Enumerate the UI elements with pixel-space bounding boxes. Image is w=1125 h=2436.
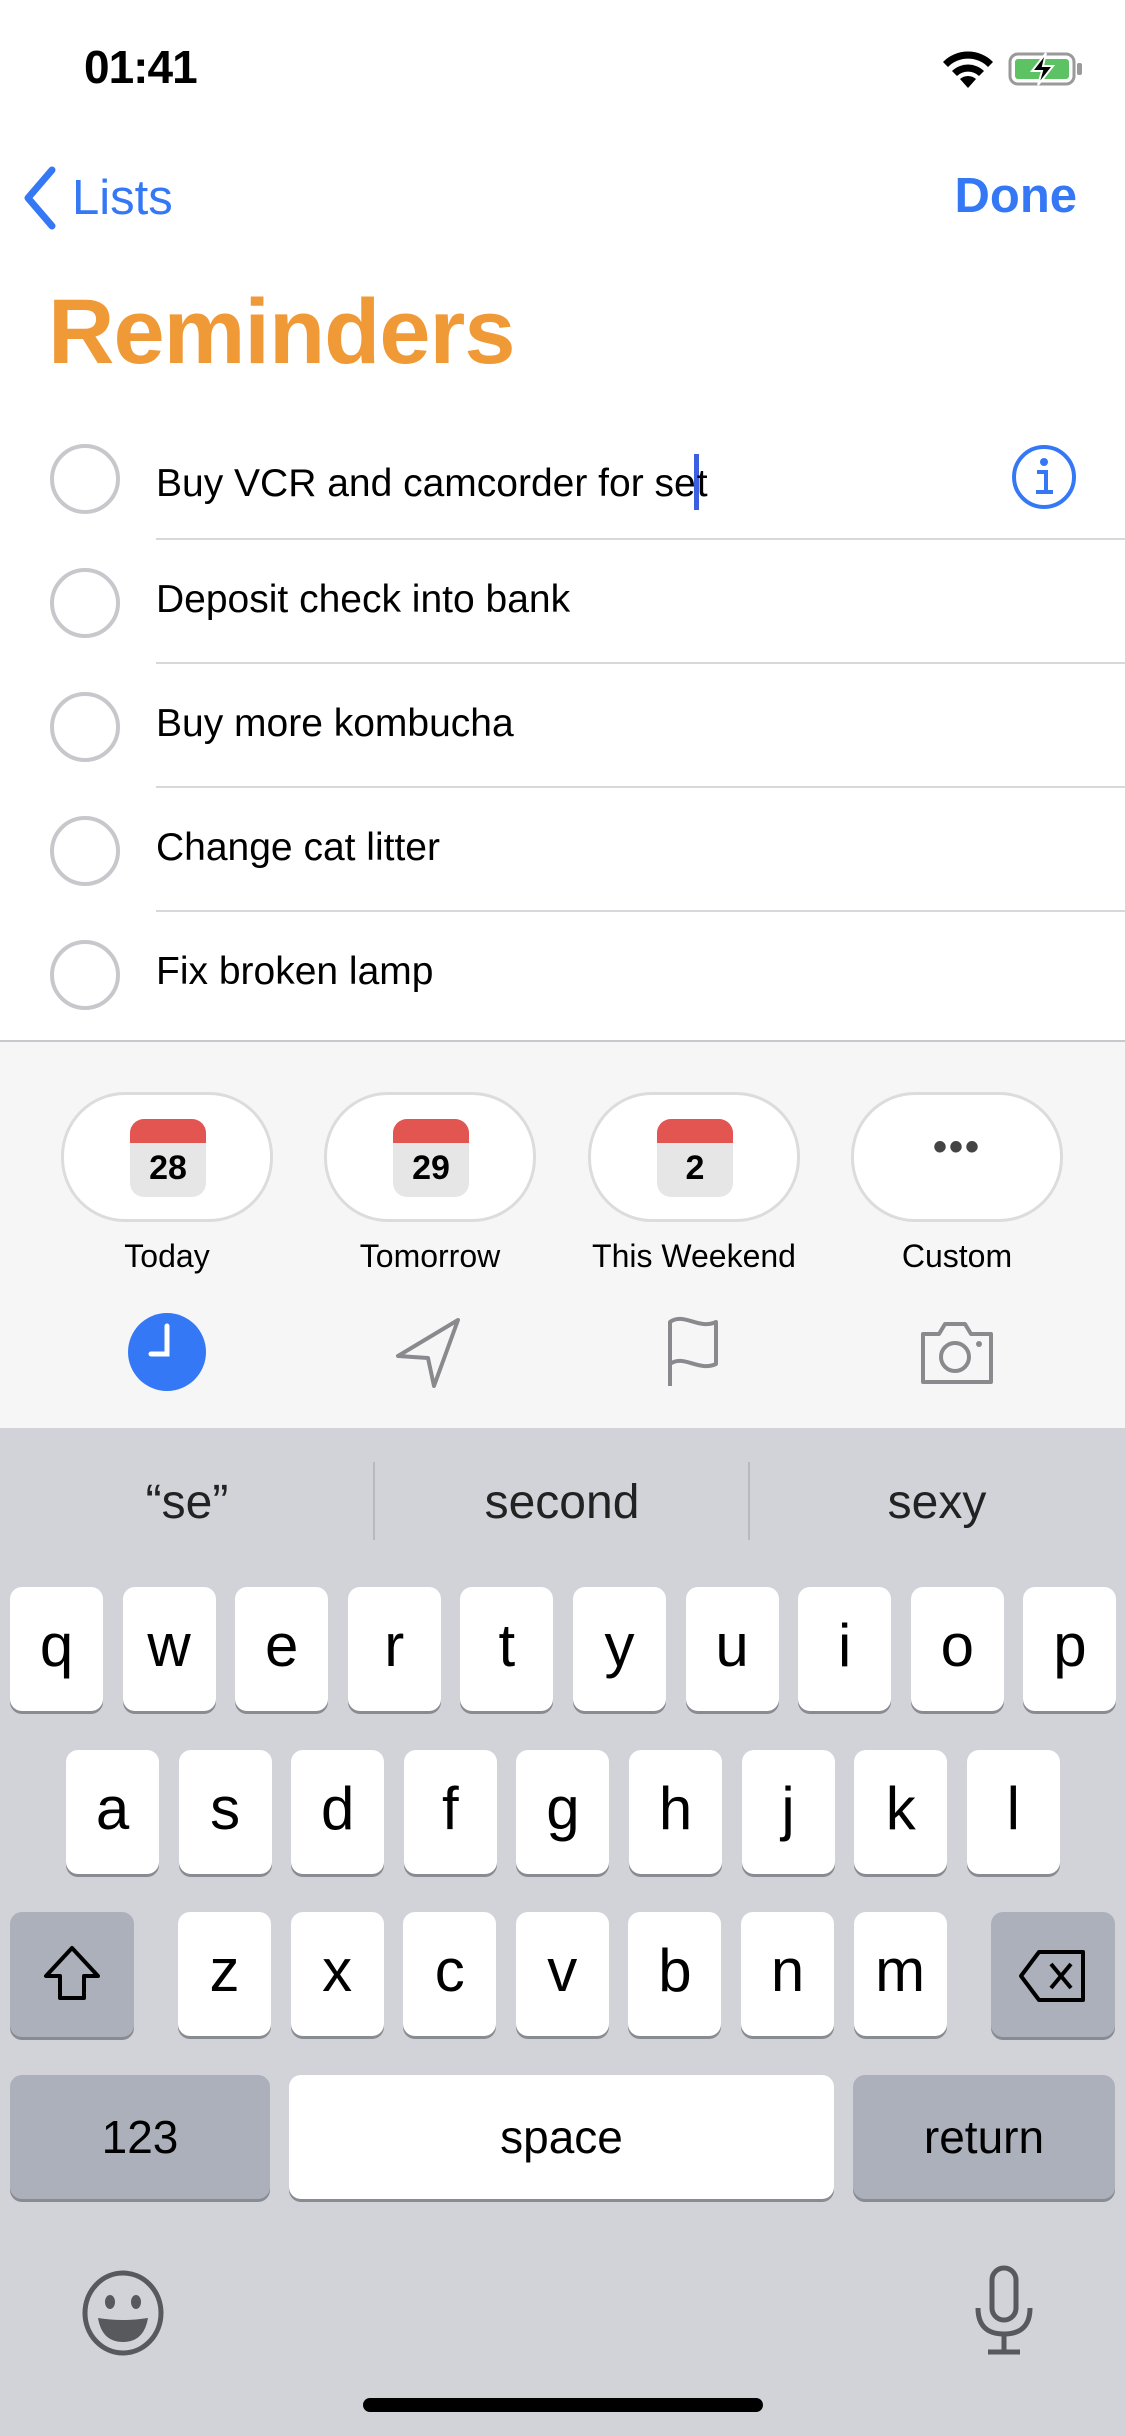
reminder-text-before-caret: Buy VCR and camcorder for se — [156, 462, 696, 505]
more-icon: ••• — [932, 1125, 981, 1169]
done-button[interactable]: Done — [955, 168, 1078, 224]
status-time: 01:41 — [84, 41, 198, 93]
key-s[interactable]: s — [178, 1750, 272, 1874]
key-l[interactable]: l — [966, 1750, 1060, 1874]
microphone-icon[interactable] — [970, 2264, 1038, 2356]
this-weekend-label: This Weekend — [592, 1238, 796, 1274]
reminder-text[interactable]: Buy more kombucha — [156, 702, 514, 746]
complete-checkbox[interactable] — [50, 444, 120, 514]
key-a[interactable]: a — [66, 1750, 159, 1874]
complete-checkbox[interactable] — [50, 816, 120, 886]
complete-checkbox[interactable] — [50, 568, 120, 638]
tomorrow-label: Tomorrow — [359, 1238, 501, 1274]
key-z[interactable]: z — [178, 1912, 271, 2036]
key-v[interactable]: v — [515, 1912, 609, 2036]
delete-key[interactable] — [991, 1912, 1115, 2037]
custom-label: Custom — [901, 1238, 1013, 1274]
shift-icon — [44, 1946, 100, 2000]
calendar-icon: 29 — [393, 1119, 469, 1197]
key-m[interactable]: m — [853, 1912, 947, 2036]
key-n[interactable]: n — [741, 1912, 834, 2036]
key-k[interactable]: k — [854, 1750, 948, 1874]
key-t[interactable]: t — [460, 1587, 554, 1711]
suggestion-item[interactable]: sexy — [750, 1428, 1124, 1570]
reminder-text[interactable]: Deposit check into bank — [156, 578, 570, 622]
battery-charging-icon — [1008, 52, 1082, 86]
tomorrow-button[interactable]: 29 — [324, 1092, 536, 1222]
key-p[interactable]: p — [1023, 1587, 1117, 1711]
suggestion-item[interactable]: “se” — [0, 1428, 374, 1570]
key-w[interactable]: w — [122, 1587, 216, 1711]
shift-key[interactable] — [10, 1912, 134, 2037]
key-h[interactable]: h — [629, 1750, 722, 1874]
key-b[interactable]: b — [628, 1912, 722, 2036]
page-title: Reminders — [48, 281, 515, 383]
emoji-icon[interactable] — [80, 2270, 166, 2356]
key-j[interactable]: j — [741, 1750, 835, 1874]
key-d[interactable]: d — [291, 1750, 385, 1874]
key-r[interactable]: r — [347, 1587, 441, 1711]
clock-icon[interactable] — [127, 1312, 207, 1392]
key-f[interactable]: f — [403, 1750, 497, 1874]
key-g[interactable]: g — [516, 1750, 610, 1874]
calendar-day: 2 — [685, 1149, 705, 1187]
reminder-text[interactable]: Change cat litter — [156, 826, 440, 870]
key-u[interactable]: u — [685, 1587, 779, 1711]
key-o[interactable]: o — [910, 1587, 1004, 1711]
home-indicator[interactable] — [363, 2398, 763, 2412]
backspace-icon — [1019, 1950, 1085, 2002]
this-weekend-button[interactable]: 2 — [588, 1092, 800, 1222]
camera-icon[interactable] — [917, 1312, 997, 1392]
key-c[interactable]: c — [403, 1912, 497, 2036]
reminder-text-input[interactable]: Buy VCR and camcorder for set — [156, 454, 708, 510]
chevron-left-icon — [24, 166, 56, 230]
calendar-day: 29 — [412, 1149, 450, 1187]
calendar-icon: 28 — [130, 1119, 206, 1197]
today-button[interactable]: 28 — [61, 1092, 273, 1222]
back-button[interactable]: Lists — [22, 162, 173, 234]
calendar-day: 28 — [149, 1149, 187, 1187]
space-key[interactable]: space — [289, 2075, 834, 2199]
list-item[interactable]: Buy VCR and camcorder for set — [0, 416, 1125, 540]
list-item[interactable]: Buy more kombucha — [0, 664, 1125, 788]
complete-checkbox[interactable] — [50, 940, 120, 1010]
key-x[interactable]: x — [290, 1912, 384, 2036]
suggestion-item[interactable]: second — [375, 1428, 749, 1570]
flag-icon[interactable] — [654, 1312, 734, 1392]
custom-button[interactable]: ••• — [851, 1092, 1063, 1222]
info-icon[interactable] — [1011, 444, 1077, 510]
calendar-icon: 2 — [657, 1119, 733, 1197]
key-i[interactable]: i — [798, 1587, 892, 1711]
key-y[interactable]: y — [573, 1587, 666, 1711]
numbers-key[interactable]: 123 — [10, 2075, 270, 2199]
list-item[interactable]: Fix broken lamp — [0, 912, 1125, 1036]
today-label: Today — [124, 1238, 210, 1274]
list-item[interactable]: Deposit check into bank — [0, 540, 1125, 664]
key-q[interactable]: q — [10, 1587, 103, 1711]
return-key[interactable]: return — [853, 2075, 1115, 2199]
wifi-icon — [943, 51, 993, 88]
key-e[interactable]: e — [235, 1587, 329, 1711]
quick-toolbar: 28 Today 29 Tomorrow 2 This Weekend ••• … — [0, 1040, 1125, 1428]
reminder-text[interactable]: Fix broken lamp — [156, 950, 433, 994]
reminder-text-after-caret: t — [696, 462, 708, 505]
list-item[interactable]: Change cat litter — [0, 788, 1125, 912]
keyboard: “se” second sexy 123 space return qwerty… — [0, 1428, 1125, 2436]
complete-checkbox[interactable] — [50, 692, 120, 762]
location-arrow-icon[interactable] — [390, 1312, 470, 1392]
back-label: Lists — [72, 171, 173, 225]
